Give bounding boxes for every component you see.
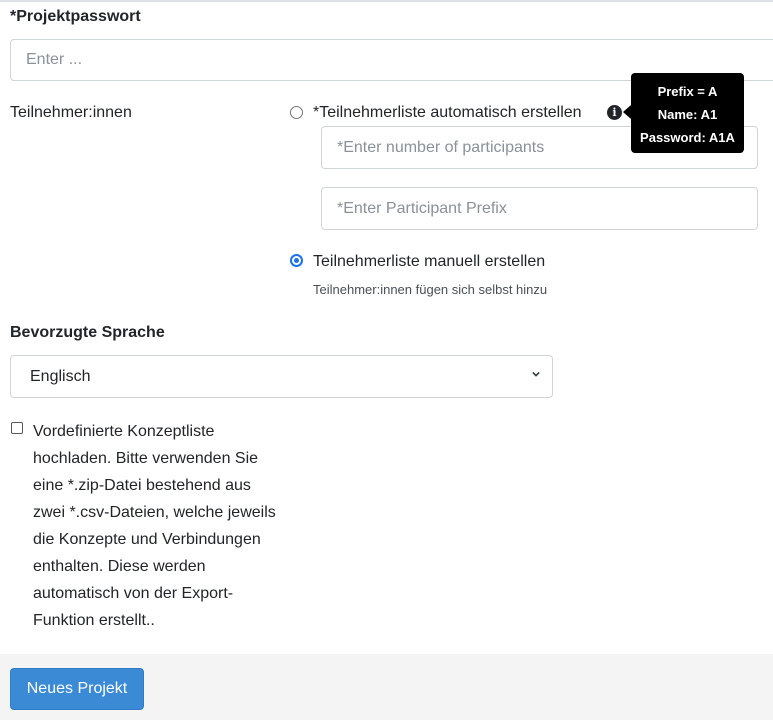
- top-divider: [0, 0, 773, 2]
- manual-create-hint: Teilnehmer:innen fügen sich selbst hinzu: [313, 282, 548, 297]
- tooltip-prefix: Prefix = A: [657, 84, 718, 99]
- password-label: *Projektpasswort: [10, 8, 141, 25]
- chevron-down-icon: [532, 371, 540, 377]
- manual-create-radio[interactable]: [290, 254, 303, 267]
- auto-create-radio[interactable]: [290, 106, 303, 119]
- language-select[interactable]: Englisch: [10, 355, 553, 398]
- new-project-button[interactable]: Neues Projekt: [10, 668, 144, 710]
- participants-label: Teilnehmer:innen: [10, 104, 132, 121]
- info-icon[interactable]: i: [607, 105, 622, 120]
- language-selected-value: Englisch: [30, 367, 91, 385]
- participant-number-placeholder: *Enter number of participants: [337, 138, 545, 156]
- upload-concept-label: Vordefinierte Konzeptliste hochladen. Bi…: [33, 423, 276, 629]
- manual-create-label: Teilnehmerliste manuell erstellen: [313, 253, 546, 270]
- upload-concept-checkbox[interactable]: [11, 422, 23, 434]
- password-placeholder: Enter ...: [26, 51, 83, 68]
- participant-prefix-placeholder: *Enter Participant Prefix: [337, 199, 507, 217]
- language-label: Bevorzugte Sprache: [10, 324, 165, 341]
- auto-create-label: *Teilnehmerliste automatisch erstellen: [313, 104, 582, 121]
- info-tooltip: Prefix = A Name: A1 Password: A1A: [631, 73, 744, 153]
- tooltip-arrow: [623, 105, 631, 119]
- new-project-label: Neues Projekt: [26, 680, 128, 697]
- tooltip-password: Password: A1A: [640, 130, 735, 145]
- participant-prefix-input[interactable]: *Enter Participant Prefix: [321, 187, 758, 230]
- tooltip-name: Name: A1: [657, 107, 718, 122]
